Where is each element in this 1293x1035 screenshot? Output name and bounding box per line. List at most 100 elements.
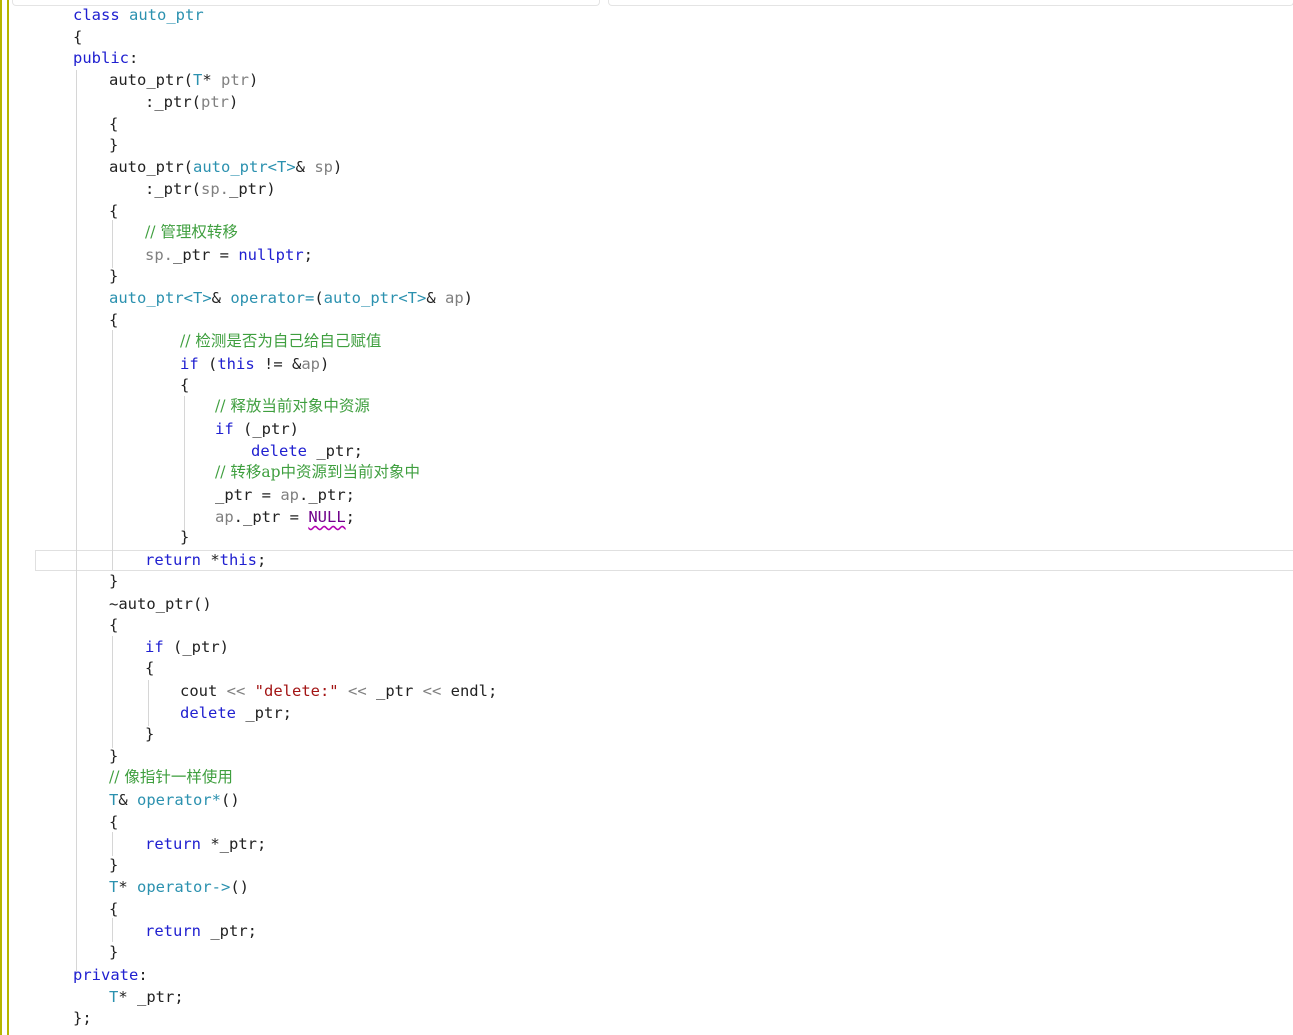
punctuation: ) [333,158,343,176]
code-line-20: if (_ptr) [215,418,299,440]
code-line-9: :_ptr(sp._ptr) [145,178,276,200]
punctuation: ( [183,71,193,89]
punctuation: () [193,595,212,613]
keyword: this [219,551,257,569]
parameter: ptr [201,93,230,111]
parameter: sp [314,158,333,176]
code-comment: // 释放当前对象中资源 [215,397,370,415]
function-name: auto_ptr [109,158,184,176]
punctuation: & [118,791,138,809]
indent-guide [112,918,113,942]
punctuation: ( [191,180,202,198]
code-line-44: } [109,943,119,961]
class-name: auto_ptr [129,6,204,24]
punctuation: * [202,71,222,89]
punctuation: ~ [109,595,119,613]
indent-guide [112,636,113,748]
code-line-25: } [180,528,190,546]
punctuation: ; [303,246,313,264]
change-marker-bar-outer [0,0,2,1035]
condition: (_ptr) [233,420,299,438]
code-line-13: } [109,267,119,285]
code-line-41: T* operator->() [109,876,249,898]
statement: _ptr; [236,704,292,722]
statement: *_ptr; [201,835,267,853]
type-name: auto_ptr<T> [323,289,427,307]
keyword: private [73,966,139,984]
condition: (_ptr) [163,638,229,656]
code-line-8: auto_ptr(auto_ptr<T>& sp) [109,156,342,178]
code-line-7: } [109,136,119,154]
member: ._ptr; [299,486,355,504]
operator-name: operator= [230,289,315,307]
code-line-30: if (_ptr) [145,636,229,658]
code-comment: // 像指针一样使用 [109,768,233,786]
code-line-26: return *this; [145,549,266,571]
indent-guide [112,330,113,570]
indent-guide [148,680,149,726]
code-line-24: ap._ptr = NULL; [215,506,355,528]
operator-name: operator-> [137,878,231,896]
code-line-23: _ptr = ap._ptr; [215,484,355,506]
keyword: return [145,551,201,569]
keyword: if [215,420,234,438]
keyword: delete [180,704,236,722]
punctuation: ( [191,93,202,111]
operator: * [201,551,220,569]
punctuation: & [211,289,231,307]
indent-guide [112,832,113,856]
code-line-17: if (this != &ap) [180,353,329,375]
type-name: auto_ptr<T> [109,289,212,307]
operator: << [217,682,255,700]
type-name: T [109,878,119,896]
code-line-42: { [109,900,119,918]
punctuation: ) [463,289,474,307]
function-name: auto_ptr [118,595,193,613]
operator: != & [254,355,302,373]
statement: _ptr = [215,486,281,504]
punctuation: : [138,966,148,984]
punctuation: () [221,791,240,809]
code-line-2: { [73,28,83,46]
indent-guide [76,70,77,976]
parameter: ptr [221,71,250,89]
punctuation: * [118,878,138,896]
code-line-40: } [109,856,119,874]
punctuation: ( [314,289,324,307]
code-line-31: { [145,659,155,677]
code-comment: // 管理权转移 [145,223,238,241]
code-line-10: { [109,202,119,220]
code-comment: // 转移ap中资源到当前对象中 [215,463,421,481]
punctuation: ( [183,158,193,176]
type-name: T [109,988,119,1006]
code-line-15: { [109,311,119,329]
code-line-12: sp._ptr = nullptr; [145,244,313,266]
identifier: endl; [450,682,498,700]
keyword: nullptr [238,246,304,264]
initializer: :_ptr [145,93,192,111]
indent-guide [184,396,185,536]
keyword: return [145,922,201,940]
code-line-14: auto_ptr<T>& operator=(auto_ptr<T>& ap) [109,287,473,309]
punctuation: ) [320,355,330,373]
parameter: sp. [201,180,230,198]
code-comment: // 检测是否为自己给自己赋值 [180,332,382,350]
operator-name: operator* [137,791,222,809]
code-line-46: T* _ptr; [109,986,184,1008]
keyword: class [73,6,120,24]
code-line-5: :_ptr(ptr) [145,91,238,113]
operator: << [338,682,376,700]
identifier: _ptr [375,682,414,700]
parameter: ap [301,355,321,373]
keyword: delete [251,442,307,460]
macro: NULL [308,508,346,526]
code-line-1: class auto_ptr [73,4,204,26]
type-name: T [109,791,119,809]
code-line-43: return _ptr; [145,920,257,942]
editor-tab-strip-right[interactable] [608,0,1293,6]
operator: << [413,682,451,700]
parameter: sp. [145,246,173,264]
statement: _ptr; [307,442,363,460]
indent-guide [112,220,113,268]
code-line-39: return *_ptr; [145,833,266,855]
